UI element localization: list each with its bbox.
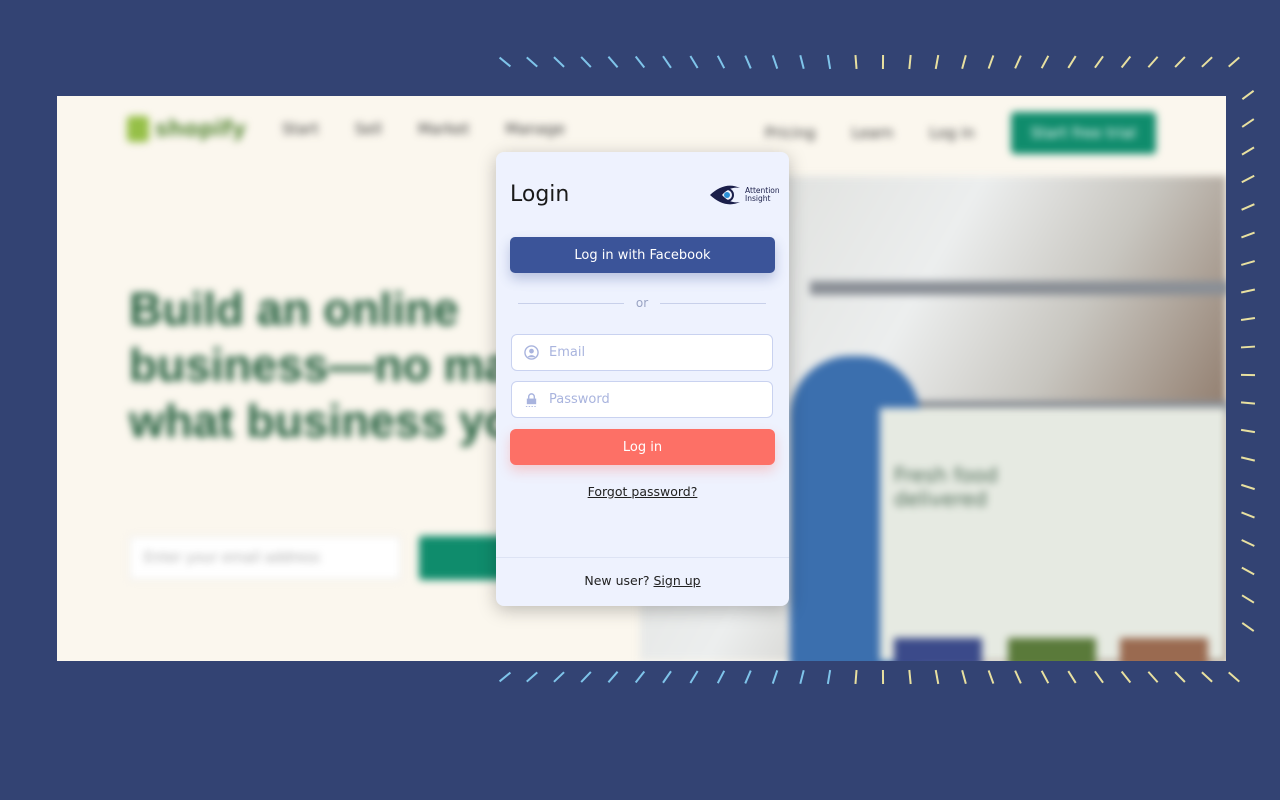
site-nav-right: Pricing Learn Log in Start free trial: [765, 112, 1156, 154]
password-field[interactable]: [511, 381, 773, 418]
signup-link[interactable]: Sign up: [654, 573, 701, 588]
ray-dash: [961, 54, 967, 70]
ray-dash: [1241, 483, 1255, 491]
ray-dash: [799, 669, 805, 685]
ray-dash: [1174, 56, 1186, 68]
ray-dash: [1240, 260, 1256, 266]
ray-dash: [634, 670, 646, 684]
ray-dash: [580, 56, 592, 68]
login-button[interactable]: Log in: [510, 429, 775, 465]
ray-dash: [1241, 622, 1255, 632]
ray-dash: [744, 55, 752, 69]
ray-dash: [1228, 671, 1240, 683]
site-nav: shopify Start Sell Market Manage: [127, 116, 565, 142]
ray-dash: [854, 669, 858, 685]
ray-dash: [1094, 670, 1104, 684]
ray-dash: [1067, 670, 1077, 684]
ray-dash: [934, 54, 940, 70]
attention-insight-logo: Attention Insight: [708, 183, 785, 207]
divider: [496, 557, 789, 558]
ray-dash: [1094, 55, 1104, 69]
ray-dash: [961, 669, 967, 685]
ray-dash: [771, 670, 779, 684]
shopify-logo: shopify: [127, 116, 246, 142]
ray-dash: [1201, 671, 1213, 683]
ray-dash: [1014, 670, 1022, 684]
ray-dash: [662, 55, 672, 69]
ray-dash: [498, 56, 512, 68]
ray-dash: [1240, 401, 1256, 405]
ray-dash: [826, 669, 832, 685]
lock-icon: [525, 393, 538, 407]
ray-dash: [1174, 671, 1186, 683]
ray-dash: [1067, 55, 1077, 69]
ray-dash: [1241, 174, 1255, 184]
ray-dash: [689, 55, 699, 69]
ray-dash: [553, 671, 565, 683]
ray-dash: [854, 54, 858, 70]
ray-dash: [1241, 231, 1255, 239]
ray-dash: [1240, 428, 1256, 434]
ray-dash: [607, 56, 619, 68]
ray-dash: [1120, 55, 1132, 69]
or-divider: or: [518, 296, 766, 310]
ray-dash: [934, 669, 940, 685]
password-input[interactable]: [549, 392, 749, 407]
email-input[interactable]: [549, 345, 749, 360]
ray-dash: [689, 670, 699, 684]
ray-dash: [634, 55, 646, 69]
ray-dash: [716, 670, 726, 684]
email-field[interactable]: [511, 334, 773, 371]
ray-dash: [908, 54, 912, 70]
ray-dash: [1228, 56, 1240, 68]
ray-dash: [908, 669, 912, 685]
ray-dash: [1040, 55, 1050, 69]
ray-dash: [1240, 345, 1256, 349]
ray-dash: [526, 671, 538, 683]
ray-dash: [744, 670, 752, 684]
ray-dash: [987, 670, 995, 684]
ray-dash: [1241, 118, 1255, 128]
ray-dash: [1241, 594, 1255, 604]
ray-dash: [716, 55, 726, 69]
ray-dash: [799, 54, 805, 70]
modal-title: Login: [510, 182, 570, 207]
ray-dash: [1241, 566, 1255, 576]
ray-dash: [662, 670, 672, 684]
ray-dash: [1147, 671, 1159, 683]
ray-dash: [580, 671, 592, 683]
promo-card: Fresh food delivered: [880, 408, 1226, 661]
ray-dash: [771, 55, 779, 69]
ray-dash: [1241, 539, 1255, 547]
ray-dash: [498, 671, 512, 683]
ray-dash: [1241, 511, 1255, 519]
site-email-input: Enter your email address: [129, 536, 401, 580]
ray-dash: [987, 55, 995, 69]
ray-dash: [1120, 670, 1132, 684]
ray-dash: [1147, 56, 1159, 68]
ray-dash: [1241, 90, 1255, 100]
ray-dash: [1201, 56, 1213, 68]
login-modal: Login Attention Insight Log in with Face…: [496, 152, 789, 606]
ray-dash: [1241, 146, 1255, 156]
ray-dash: [553, 56, 565, 68]
ray-dash: [1241, 203, 1255, 211]
user-icon: [524, 345, 539, 360]
facebook-login-button[interactable]: Log in with Facebook: [510, 237, 775, 273]
forgot-password-link[interactable]: Forgot password?: [496, 484, 789, 499]
ray-dash: [526, 56, 538, 68]
eye-icon: [710, 185, 740, 205]
ray-dash: [1240, 317, 1256, 321]
ray-dash: [1040, 670, 1050, 684]
signup-row: New user? Sign up: [584, 573, 701, 588]
ray-dash: [1240, 288, 1256, 294]
ray-dash: [826, 54, 832, 70]
ray-dash: [607, 671, 619, 683]
ray-dash: [1014, 55, 1022, 69]
ray-dash: [1240, 456, 1256, 462]
